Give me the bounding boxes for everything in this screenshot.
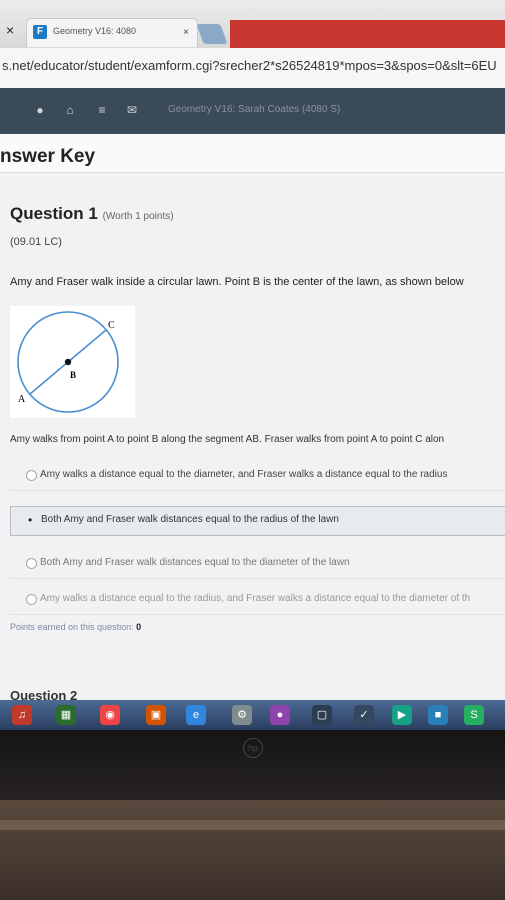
media-app-icon[interactable]: ♫ [12,705,32,725]
answer-option[interactable]: Amy walks a distance equal to the radius… [10,586,505,615]
window-app-icon[interactable]: ■ [428,705,448,725]
site-favicon-icon: F [33,25,47,39]
app-icon[interactable]: ● [270,705,290,725]
tool-app-icon[interactable]: ✓ [354,705,374,725]
answer-option[interactable]: Amy walks a distance equal to the diamet… [10,462,505,491]
option-label: Both Amy and Fraser walk distances equal… [40,557,350,568]
search-icon[interactable]: ● [32,102,48,118]
browser-tab[interactable]: F Geometry V16: 4080 × [26,18,198,47]
points-label: Points earned on this question: [10,622,134,632]
question-worth: (Worth 1 points) [102,211,174,222]
points-value: 0 [136,622,142,632]
skype-app-icon[interactable]: S [464,705,484,725]
laptop-edge [0,820,505,830]
label-b: B [70,370,76,380]
window-title-region [230,20,505,48]
hp-logo-icon: hp [243,738,263,758]
course-title: Geometry V16: Sarah Coates (4080 S) [168,104,341,115]
menu-icon[interactable]: ≡ [94,102,110,118]
settings-app-icon[interactable]: ⚙ [232,705,252,725]
radio-icon[interactable] [26,558,37,569]
points-earned: Points earned on this question: 0 [10,622,141,632]
option-label: Amy walks a distance equal to the diamet… [40,469,448,480]
tab-title: Geometry V16: 4080 [53,26,137,36]
answer-option[interactable]: Both Amy and Fraser walk distances equal… [10,550,505,579]
answer-key-header: nswer Key [0,134,505,173]
option-label: Both Amy and Fraser walk distances equal… [41,514,339,525]
ie-browser-icon[interactable]: e [186,705,206,725]
laptop-bezel: hp [0,730,505,800]
tab-close-icon[interactable]: × [183,27,189,38]
label-c: C [108,320,115,331]
folder-icon[interactable]: ▢ [312,705,332,725]
label-a: A [18,394,26,405]
home-icon[interactable]: ⌂ [62,102,78,118]
address-bar[interactable]: s.net/educator/student/examform.cgi?srec… [0,48,505,89]
question-prompt: Amy and Fraser walk inside a circular la… [10,276,464,288]
question-heading: Question 1 (Worth 1 points) [10,204,174,224]
selected-bullet-icon: • [28,513,33,527]
office-app-icon[interactable]: ▣ [146,705,166,725]
radio-icon[interactable] [26,594,37,605]
taskbar: ♫ ▦ ◉ ▣ e ⚙ ● ▢ ✓ ▶ ■ S [0,700,505,730]
chrome-app-icon[interactable]: ◉ [100,705,120,725]
center-point-b [64,358,72,366]
answer-option-selected[interactable]: • Both Amy and Fraser walk distances equ… [10,506,505,536]
radio-icon[interactable] [26,470,37,481]
mail-icon[interactable]: ✉ [124,102,140,118]
site-nav-bar: ● ⌂ ≡ ✉ Geometry V16: Sarah Coates (4080… [0,88,505,134]
question-code: (09.01 LC) [10,236,62,248]
close-window-icon[interactable]: × [6,22,14,38]
new-tab-button[interactable] [196,24,228,44]
url-text[interactable]: s.net/educator/student/examform.cgi?srec… [2,58,497,73]
desk-surface [0,800,505,900]
store-app-icon[interactable]: ▦ [56,705,76,725]
exam-content: nswer Key Question 1 (Worth 1 points) (0… [0,134,505,703]
question-detail: Amy walks from point A to point B along … [10,434,445,445]
dev-app-icon[interactable]: ▶ [392,705,412,725]
page-title: nswer Key [0,146,96,167]
circle-figure: C B A [10,306,135,418]
browser-tab-strip: × F Geometry V16: 4080 × [0,0,505,48]
option-label: Amy walks a distance equal to the radius… [40,593,471,604]
question-label: Question 1 [10,204,98,223]
